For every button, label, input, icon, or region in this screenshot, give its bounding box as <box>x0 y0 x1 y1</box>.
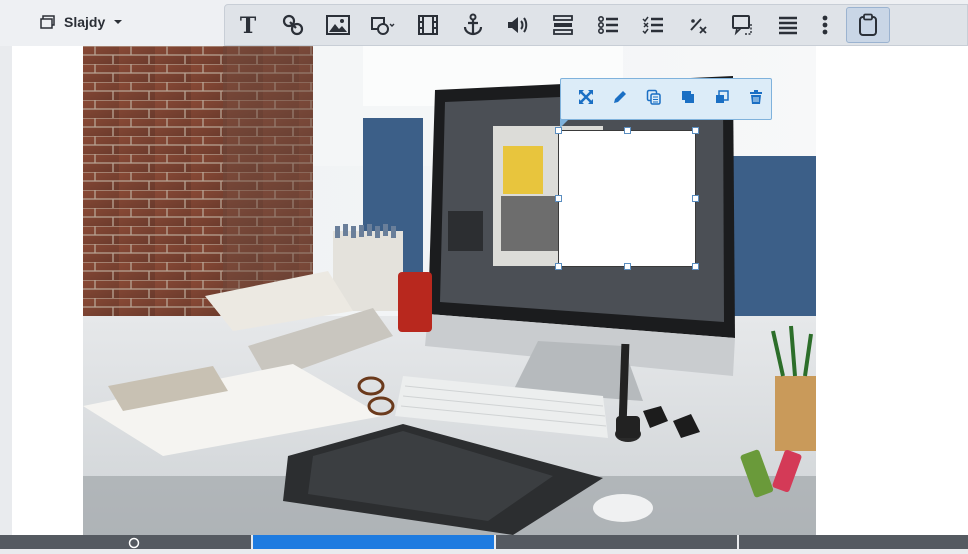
tooltip-shape-icon <box>731 14 755 36</box>
slides-menu-label: Slajdy <box>64 14 106 30</box>
link-button[interactable] <box>270 5 315 45</box>
top-bar: Slajdy T <box>0 0 968 46</box>
checklist-icon <box>641 14 664 36</box>
resize-handle-w[interactable] <box>555 195 562 202</box>
bullet-list-icon <box>597 14 619 36</box>
delete-button[interactable] <box>741 84 771 114</box>
resize-handle-e[interactable] <box>692 195 699 202</box>
resize-handle-s[interactable] <box>624 263 631 270</box>
slide-thumb-3[interactable] <box>496 535 739 549</box>
formula-button[interactable] <box>675 5 720 45</box>
menu-list-button[interactable] <box>765 5 810 45</box>
speaker-icon <box>506 14 530 36</box>
text-icon: T <box>237 14 259 36</box>
image-button[interactable] <box>315 5 360 45</box>
resize-handle-sw[interactable] <box>555 263 562 270</box>
trash-icon <box>748 89 764 110</box>
svg-text:T: T <box>239 14 256 36</box>
shape-button[interactable] <box>360 5 405 45</box>
insert-toolbar: T <box>224 4 968 46</box>
send-back-icon <box>714 89 730 110</box>
more-vertical-icon <box>822 14 828 36</box>
list-button[interactable] <box>585 5 630 45</box>
resize-handle-ne[interactable] <box>692 127 699 134</box>
selected-shape[interactable] <box>555 127 699 270</box>
bring-front-icon <box>680 89 696 110</box>
resize-handle-nw[interactable] <box>555 127 562 134</box>
audio-button[interactable] <box>495 5 540 45</box>
object-toolbar <box>560 78 772 128</box>
pencil-icon <box>612 89 628 110</box>
more-button[interactable] <box>810 5 840 45</box>
slides-menu-button[interactable]: Slajdy <box>40 10 123 34</box>
expand-icon <box>578 89 594 110</box>
text-button[interactable]: T <box>225 5 270 45</box>
form-button[interactable] <box>540 5 585 45</box>
checklist-button[interactable] <box>630 5 675 45</box>
list-menu-icon <box>777 14 799 36</box>
form-fields-icon <box>552 14 574 36</box>
bring-front-button[interactable] <box>673 84 703 114</box>
slide-strip <box>0 535 968 549</box>
copy-icon <box>646 89 662 110</box>
formula-icon <box>687 14 709 36</box>
duplicate-button[interactable] <box>639 84 669 114</box>
clipboard-button[interactable] <box>846 7 890 43</box>
slide-thumb-1[interactable] <box>0 535 253 549</box>
tooltip-shape-button[interactable] <box>720 5 765 45</box>
send-back-button[interactable] <box>707 84 737 114</box>
slides-icon <box>40 15 56 29</box>
clipboard-icon <box>857 13 879 37</box>
link-icon <box>281 13 305 37</box>
circle-icon <box>128 536 140 554</box>
resize-handle-se[interactable] <box>692 263 699 270</box>
slide-thumb-2[interactable] <box>253 535 496 549</box>
shape-icon <box>370 14 396 36</box>
anchor-icon <box>461 13 485 37</box>
film-icon <box>417 14 439 36</box>
anchor-button[interactable] <box>450 5 495 45</box>
chevron-down-icon <box>113 18 123 26</box>
video-button[interactable] <box>405 5 450 45</box>
slide-thumb-4[interactable] <box>739 535 968 549</box>
image-icon <box>325 14 350 36</box>
fullscreen-button[interactable] <box>571 84 601 114</box>
resize-handle-n[interactable] <box>624 127 631 134</box>
edit-button[interactable] <box>605 84 635 114</box>
